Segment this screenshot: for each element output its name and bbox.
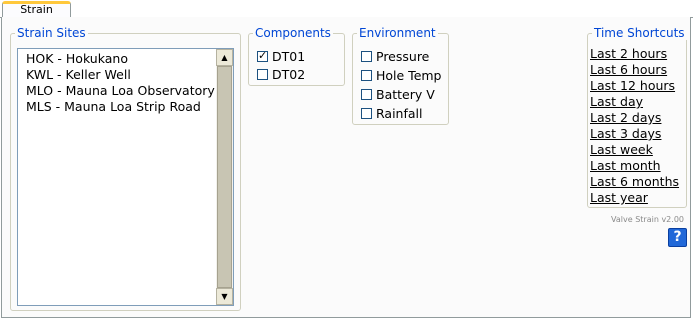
component-label: DT02 (272, 66, 306, 82)
tab-strain[interactable]: Strain (2, 1, 71, 17)
checkbox-box[interactable] (361, 107, 372, 119)
environment-battery-v-checkbox[interactable]: Battery V (361, 86, 435, 102)
strain-sites-items: HOK - Hokukano KWL - Keller Well MLO - M… (20, 51, 215, 115)
scrollbar-thumb[interactable] (217, 66, 232, 288)
vertical-scrollbar[interactable]: ▲ ▼ (216, 49, 233, 305)
checkbox-box[interactable] (361, 50, 372, 62)
checkmark-icon[interactable]: ✓ (257, 50, 268, 62)
time-link-last-12-hours[interactable]: Last 12 hours (590, 78, 675, 93)
environment-legend: Environment (357, 26, 438, 40)
checkbox-box[interactable] (257, 68, 268, 80)
list-item[interactable]: HOK - Hokukano (20, 51, 214, 67)
environment-label: Battery V (376, 86, 435, 102)
time-link-last-2-days[interactable]: Last 2 days (590, 110, 661, 125)
components-group: Components ✓ DT01 DT02 (248, 26, 345, 86)
time-link-last-week[interactable]: Last week (590, 142, 653, 157)
environment-hole-temp-checkbox[interactable]: Hole Temp (361, 67, 442, 83)
environment-label: Hole Temp (376, 67, 442, 83)
time-shortcuts-legend: Time Shortcuts (592, 26, 687, 40)
list-item[interactable]: MLO - Mauna Loa Observatory (20, 83, 215, 99)
arrow-down-icon[interactable]: ▼ (216, 288, 233, 305)
time-link-last-6-hours[interactable]: Last 6 hours (590, 62, 667, 77)
component-dt01-checkbox[interactable]: ✓ DT01 (257, 48, 305, 64)
list-item[interactable]: KWL - Keller Well (20, 67, 214, 83)
time-link-last-year[interactable]: Last year (590, 190, 648, 205)
environment-pressure-checkbox[interactable]: Pressure (361, 48, 429, 64)
strain-sites-legend: Strain Sites (15, 26, 88, 40)
environment-label: Rainfall (376, 105, 423, 121)
time-link-last-day[interactable]: Last day (590, 94, 643, 109)
help-icon[interactable]: ? (668, 228, 687, 247)
tab-strip: Strain (0, 0, 693, 18)
environment-label: Pressure (376, 48, 430, 64)
time-link-last-2-hours[interactable]: Last 2 hours (590, 46, 667, 61)
version-label: Valve Strain v2.00 (611, 215, 684, 224)
checkbox-box[interactable] (361, 88, 372, 100)
environment-rainfall-checkbox[interactable]: Rainfall (361, 105, 422, 121)
checkbox-box[interactable] (361, 69, 372, 81)
component-dt02-checkbox[interactable]: DT02 (257, 66, 305, 82)
strain-sites-listbox[interactable]: HOK - Hokukano KWL - Keller Well MLO - M… (17, 48, 234, 306)
time-shortcuts-group: Time Shortcuts Last 2 hours Last 6 hours… (587, 26, 687, 208)
strain-panel: Strain Sites HOK - Hokukano KWL - Keller… (1, 17, 691, 318)
time-link-last-6-months[interactable]: Last 6 months (590, 174, 679, 189)
component-label: DT01 (272, 48, 306, 64)
time-link-last-3-days[interactable]: Last 3 days (590, 126, 661, 141)
components-legend: Components (253, 26, 333, 40)
strain-sites-group: Strain Sites HOK - Hokukano KWL - Keller… (10, 26, 241, 311)
environment-group: Environment Pressure Hole Temp Battery V… (352, 26, 449, 125)
time-link-last-month[interactable]: Last month (590, 158, 661, 173)
arrow-up-icon[interactable]: ▲ (216, 49, 233, 66)
list-item[interactable]: MLS - Mauna Loa Strip Road (20, 99, 214, 115)
